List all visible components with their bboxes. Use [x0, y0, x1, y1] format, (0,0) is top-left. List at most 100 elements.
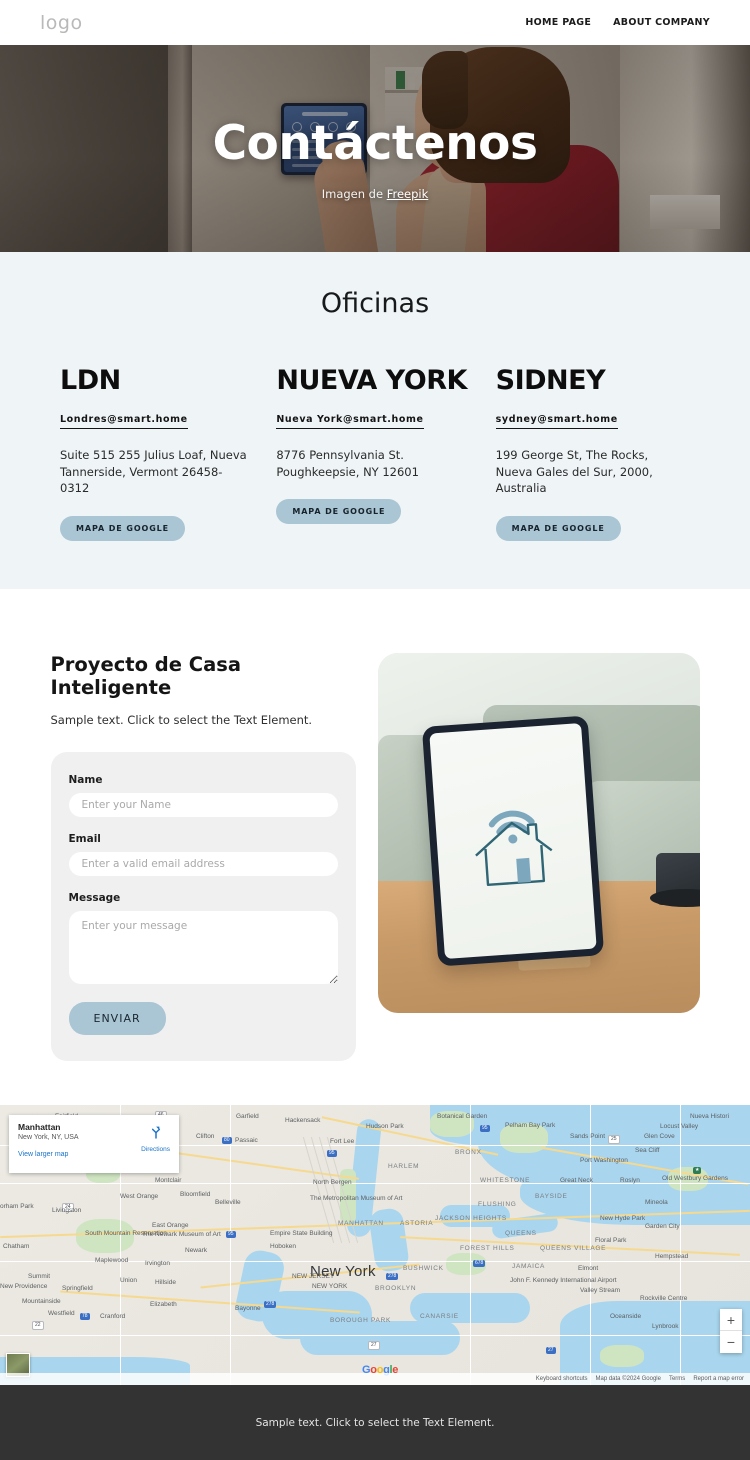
office-email-link[interactable]: Londres@smart.home: [60, 414, 188, 429]
message-label: Message: [68, 892, 121, 904]
map-label: Hillside: [155, 1279, 176, 1286]
map-label: Roslyn: [620, 1177, 640, 1184]
submit-button[interactable]: ENVIAR: [68, 1002, 166, 1035]
route-shield: 25: [608, 1135, 620, 1144]
map-label: Valley Stream: [580, 1287, 620, 1294]
map-label: Westfield: [48, 1310, 75, 1317]
name-label: Name: [68, 774, 103, 786]
google-map-button[interactable]: MAPA DE GOOGLE: [276, 499, 402, 525]
map-label: BOROUGH PARK: [330, 1317, 392, 1324]
map-label: Oceanside: [610, 1313, 642, 1320]
office-address: 8776 Pennsylvania St. Poughkeepsie, NY 1…: [276, 448, 419, 479]
map-label: Livingston: [52, 1207, 82, 1214]
credit-link-freepik[interactable]: Freepik: [387, 187, 429, 201]
map-label: Hempstead: [655, 1253, 689, 1260]
map-label: Nueva Histori: [690, 1113, 730, 1120]
office-card-ldn: LDN Londres@smart.home Suite 515 255 Jul…: [60, 367, 276, 542]
page-title: Contáctenos: [212, 116, 538, 171]
map-label: John F. Kennedy International Airport: [510, 1277, 617, 1284]
map-label: Maplewood: [95, 1257, 129, 1264]
footer-text: Sample text. Click to select the Text El…: [255, 1416, 495, 1429]
directions-button[interactable]: Directions: [141, 1124, 170, 1153]
map-label: Belleville: [215, 1199, 241, 1206]
map-label: WHITESTONE: [480, 1177, 531, 1184]
route-shield: 78: [80, 1313, 90, 1320]
map-label: CANARSIE: [420, 1313, 459, 1320]
report-map-error-link[interactable]: Report a map error: [693, 1376, 744, 1382]
terms-link[interactable]: Terms: [669, 1376, 685, 1382]
route-shield: 278: [264, 1301, 277, 1308]
map-label: Irvington: [145, 1260, 170, 1267]
project-text-and-form: Proyecto de Casa Inteligente Sample text…: [50, 653, 356, 1061]
map-label: Summit: [28, 1273, 51, 1280]
map-label: Montclair: [155, 1177, 182, 1184]
map-label: MANHATTAN: [338, 1220, 384, 1227]
map-label: Mineola: [645, 1199, 668, 1206]
google-map-button[interactable]: MAPA DE GOOGLE: [60, 516, 186, 542]
site-logo[interactable]: logo: [40, 12, 83, 34]
credit-prefix: Imagen de: [321, 187, 387, 201]
email-input[interactable]: [68, 852, 338, 876]
map-label: Empire State Building: [270, 1230, 333, 1237]
route-shield: 22: [32, 1321, 44, 1330]
map-label: FLUSHING: [478, 1201, 517, 1208]
map-label: HARLEM: [388, 1163, 420, 1170]
name-input[interactable]: [68, 793, 338, 817]
map-label: Glen Cove: [644, 1133, 675, 1140]
map-info-card: Manhattan New York, NY, USA View larger …: [9, 1115, 179, 1173]
office-card-sidney: SIDNEY sydney@smart.home 199 George St, …: [495, 367, 712, 542]
email-label: Email: [68, 833, 101, 845]
map-label: BUSHWICK: [403, 1265, 444, 1272]
map-label: Elmont: [578, 1265, 599, 1272]
google-map-button[interactable]: MAPA DE GOOGLE: [495, 516, 621, 542]
route-shield: 27: [546, 1347, 556, 1354]
map-label: Garden City: [645, 1223, 680, 1230]
contact-form: Name Email Message ENVIAR: [50, 752, 356, 1061]
route-shield: 278: [386, 1273, 399, 1280]
smart-home-wifi-icon: [474, 810, 552, 887]
message-textarea[interactable]: [68, 911, 338, 984]
map-label: Bayonne: [235, 1305, 261, 1312]
map-label: Garfield: [236, 1113, 259, 1120]
site-footer: Sample text. Click to select the Text El…: [0, 1385, 750, 1460]
map-label: Elizabeth: [150, 1301, 177, 1308]
map-label: ASTORIA: [400, 1220, 434, 1227]
route-shield: 95: [480, 1125, 490, 1132]
map-data-text: Map data ©2024 Google: [595, 1376, 661, 1382]
map-label: Hoboken: [270, 1243, 297, 1250]
keyboard-shortcuts-link[interactable]: Keyboard shortcuts: [536, 1376, 588, 1382]
map-label: Great Neck: [560, 1177, 593, 1184]
route-shield: 95: [327, 1150, 337, 1157]
zoom-in-button[interactable]: +: [720, 1309, 742, 1331]
project-title: Proyecto de Casa Inteligente: [50, 653, 242, 699]
office-email-link[interactable]: Nueva York@smart.home: [276, 414, 424, 429]
google-map-embed[interactable]: 46 80 95 95 24 25 78 95 278 278 678 ★ 22…: [0, 1105, 750, 1385]
map-label: Sea Cliff: [635, 1147, 660, 1154]
map-label: QUEENS VILLAGE: [540, 1245, 607, 1252]
office-card-nueva-york: NUEVA YORK Nueva York@smart.home 8776 Pe…: [276, 367, 495, 541]
office-name: NUEVA YORK: [276, 365, 467, 396]
map-label: Pelham Bay Park: [505, 1122, 556, 1129]
map-label: New Providence: [0, 1283, 48, 1290]
hero-image-credit: Imagen de Freepik: [322, 187, 429, 201]
offices-section: Oficinas LDN Londres@smart.home Suite 51…: [0, 252, 750, 589]
nav-link-about-company[interactable]: ABOUT COMPANY: [613, 17, 710, 28]
map-label: Port Washington: [580, 1157, 628, 1164]
project-section: Proyecto de Casa Inteligente Sample text…: [0, 589, 750, 1105]
nav-link-home-page[interactable]: HOME PAGE: [525, 17, 591, 28]
map-label: QUEENS: [505, 1230, 537, 1237]
directions-label: Directions: [141, 1146, 170, 1153]
map-zoom-controls: + −: [720, 1309, 742, 1353]
map-label: Mountainside: [22, 1298, 61, 1305]
site-header: logo HOME PAGE ABOUT COMPANY: [0, 0, 750, 45]
route-shield: 678: [473, 1260, 486, 1267]
map-label: Passaic: [235, 1137, 258, 1144]
map-label: NEW YORK: [312, 1283, 348, 1290]
project-subtitle: Sample text. Click to select the Text El…: [50, 713, 313, 727]
map-label: The Newark Museum of Art: [142, 1231, 221, 1238]
zoom-out-button[interactable]: −: [720, 1331, 742, 1353]
office-email-link[interactable]: sydney@smart.home: [495, 414, 618, 429]
map-label: BRONX: [455, 1149, 482, 1156]
map-label: New Hyde Park: [600, 1215, 646, 1222]
map-label: BROOKLYN: [375, 1285, 417, 1292]
